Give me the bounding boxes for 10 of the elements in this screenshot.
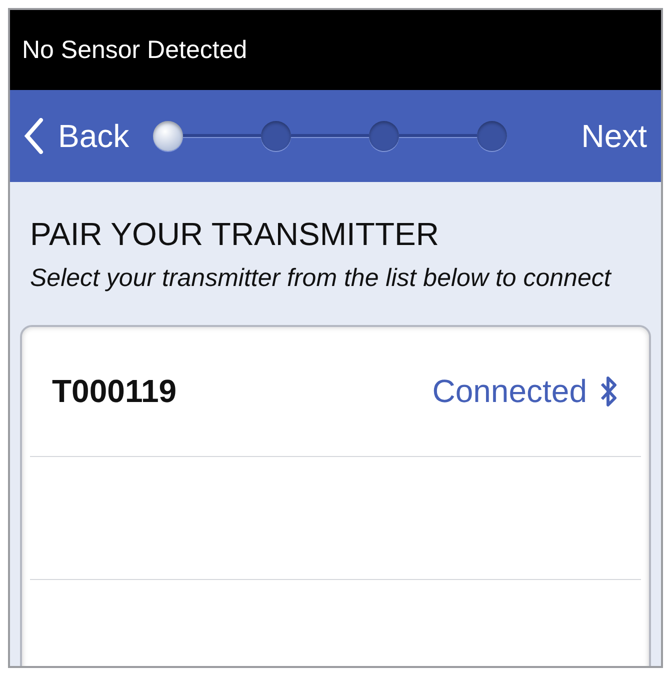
back-button[interactable]: Back: [24, 118, 130, 154]
instructions-text: Select your transmitter from the list below to connect: [30, 263, 613, 294]
connection-status: Connected: [432, 373, 587, 410]
status-text: No Sensor Detected: [22, 36, 248, 64]
chevron-left-icon: [24, 118, 44, 154]
next-button[interactable]: Next: [581, 118, 647, 154]
page-heading: PAIR YOUR TRANSMITTER: [30, 216, 440, 253]
transmitter-name: T000119: [52, 373, 177, 410]
bluetooth-icon: [599, 374, 619, 410]
transmitter-row[interactable]: T000119 Connected: [30, 327, 641, 457]
